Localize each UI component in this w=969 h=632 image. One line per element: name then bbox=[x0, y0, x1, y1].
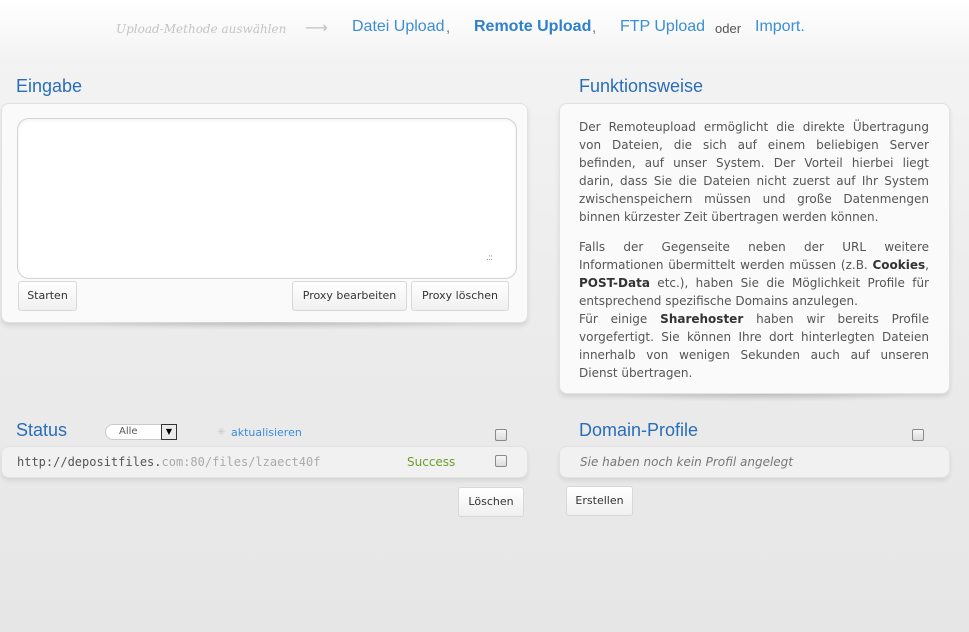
domain-select-all-checkbox[interactable] bbox=[912, 429, 924, 441]
start-button[interactable]: Starten bbox=[18, 281, 77, 311]
nav-or-text: oder bbox=[715, 21, 742, 36]
row-checkbox[interactable] bbox=[495, 455, 507, 467]
upload-method-nav: Upload-Methode auswählen ⟶ Datei Upload … bbox=[0, 17, 969, 41]
status-row-url: http://depositfiles.com:80/files/lzaect4… bbox=[17, 455, 321, 469]
panel-shadow bbox=[60, 322, 480, 330]
proxy-edit-button[interactable]: Proxy bearbeiten bbox=[292, 281, 407, 311]
delete-button[interactable]: Löschen bbox=[458, 487, 524, 517]
status-filter-value: Alle bbox=[119, 426, 138, 437]
domain-section-title: Domain-Profile bbox=[579, 420, 699, 440]
nav-hint: Upload-Methode auswählen bbox=[116, 22, 287, 36]
refresh-link[interactable]: aktualisieren bbox=[231, 426, 302, 439]
info-paragraph-1: Der Remoteupload ermöglicht die direkte … bbox=[579, 120, 929, 224]
info-section-title: Funktionsweise bbox=[579, 76, 704, 96]
create-profile-button[interactable]: Erstellen bbox=[566, 486, 633, 516]
input-section-title: Eingabe bbox=[16, 76, 83, 96]
nav-separator: , bbox=[446, 19, 451, 36]
refresh-icon[interactable]: ✳ bbox=[217, 427, 225, 438]
status-section-title: Status bbox=[16, 420, 68, 440]
nav-link-ftp-upload[interactable]: FTP Upload bbox=[620, 18, 705, 36]
nav-link-remote-upload[interactable]: Remote Upload bbox=[474, 18, 591, 36]
empty-profile-text: Sie haben noch kein Profil angelegt bbox=[580, 455, 793, 469]
arrow-right-icon: ⟶ bbox=[305, 18, 328, 37]
info-paragraph-2: Falls der Gegenseite neben der URL weite… bbox=[579, 240, 929, 308]
info-paragraph-3: Für einige Sharehoster haben wir bereits… bbox=[579, 312, 929, 380]
status-filter-select[interactable]: Alle ▼ bbox=[105, 424, 177, 440]
info-text: Der Remoteupload ermöglicht die direkte … bbox=[579, 118, 929, 382]
remote-url-textarea[interactable] bbox=[17, 118, 517, 279]
nav-link-file-upload[interactable]: Datei Upload bbox=[352, 18, 445, 36]
panel-shadow bbox=[600, 394, 920, 402]
nav-link-import[interactable]: Import. bbox=[755, 18, 805, 36]
proxy-delete-button[interactable]: Proxy löschen bbox=[411, 281, 509, 311]
resize-grip-icon[interactable]: .:: bbox=[486, 253, 493, 263]
chevron-down-icon[interactable]: ▼ bbox=[161, 424, 177, 440]
select-all-checkbox[interactable] bbox=[495, 429, 507, 441]
status-badge: Success bbox=[407, 455, 456, 469]
nav-separator: , bbox=[592, 19, 597, 36]
